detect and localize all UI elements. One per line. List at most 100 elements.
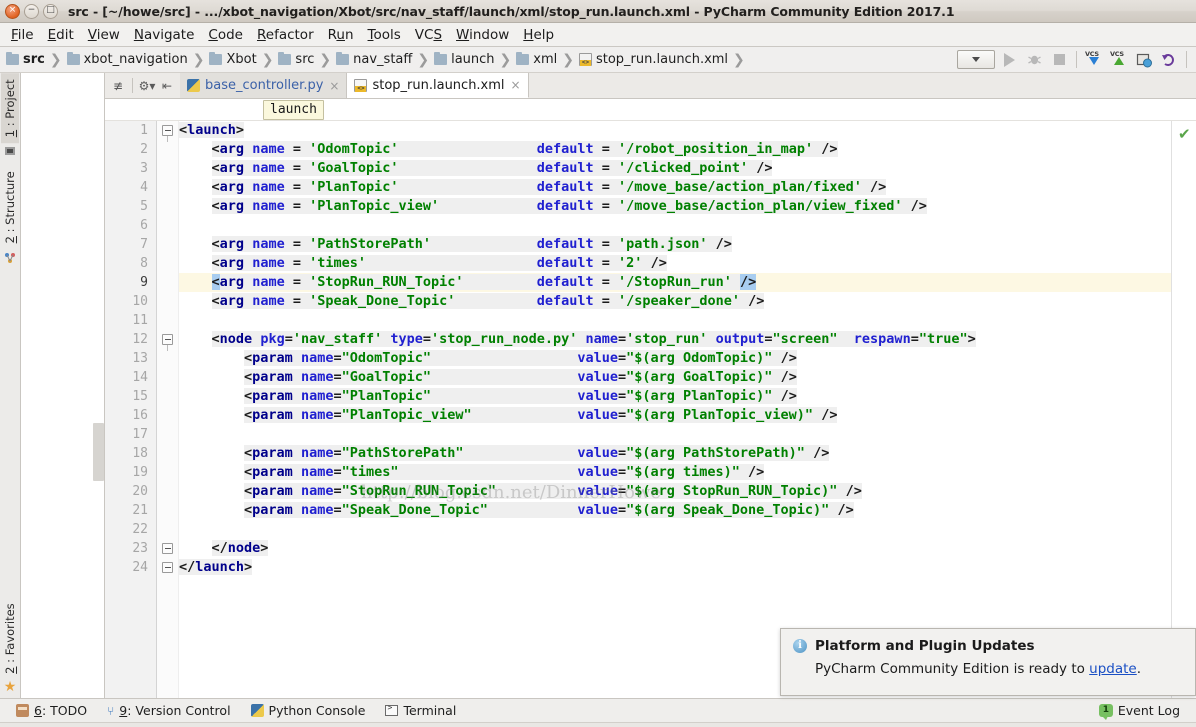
menu-refactor[interactable]: Refactor (250, 25, 321, 45)
breadcrumb-chip-launch[interactable]: launch (263, 99, 324, 120)
editor-tab-base-controller-py[interactable]: base_controller.py × (180, 73, 348, 98)
fold-empty (157, 463, 178, 482)
code-line[interactable] (179, 311, 1171, 330)
code-line[interactable]: <arg name = 'PlanTopic_view' default = '… (179, 197, 1171, 216)
code-line[interactable]: <param name="GoalTopic" value="$(arg Goa… (179, 368, 1171, 387)
code-line[interactable]: <node pkg='nav_staff' type='stop_run_nod… (179, 330, 1171, 349)
code-line[interactable] (179, 520, 1171, 539)
code-line[interactable]: <param name="OdomTopic" value="$(arg Odo… (179, 349, 1171, 368)
source-code[interactable]: <launch> <arg name = 'OdomTopic' default… (179, 121, 1171, 577)
project-tool-window[interactable] (21, 73, 105, 698)
folder-icon (6, 52, 19, 65)
code-line[interactable]: </node> (179, 539, 1171, 558)
menu-code[interactable]: Code (201, 25, 250, 45)
breadcrumb-item-xbot-navigation[interactable]: xbot_navigation (66, 52, 188, 67)
fold-marker[interactable] (157, 330, 178, 351)
vcs-browser-button[interactable] (1133, 49, 1155, 71)
code-line[interactable]: <arg name = 'StopRun_RUN_Topic' default … (179, 273, 1171, 292)
navigation-bar: src ❯ xbot_navigation ❯ Xbot ❯ src ❯ nav… (0, 47, 1196, 73)
menu-help[interactable]: Help (516, 25, 561, 45)
code-line[interactable]: <param name="PlanTopic" value="$(arg Pla… (179, 387, 1171, 406)
breadcrumb-separator-icon: ❯ (261, 51, 274, 68)
vcs-update-button[interactable]: VCS (1083, 49, 1105, 71)
breadcrumb-item-xml[interactable]: xml (516, 52, 557, 67)
status-item-todo[interactable]: 6: TODO (6, 703, 97, 718)
fold-marker[interactable] (157, 558, 178, 577)
sidebar-item-project[interactable]: 1: Project (1, 73, 19, 144)
menu-tools[interactable]: Tools (361, 25, 408, 45)
marker-scrollbar-column[interactable]: ✔ (1171, 121, 1196, 698)
code-folding-gutter[interactable] (157, 121, 179, 698)
collapse-all-icon[interactable]: ≢ (109, 77, 127, 95)
todo-icon (16, 704, 29, 717)
editor-tab-stop-run-launch-xml[interactable]: stop_run.launch.xml × (347, 73, 529, 98)
line-number: 19 (132, 465, 148, 480)
close-window-button[interactable]: × (5, 3, 20, 19)
code-line[interactable]: <param name="PlanTopic_view" value="$(ar… (179, 406, 1171, 425)
breadcrumb-item-launch[interactable]: launch (434, 52, 495, 67)
menu-edit[interactable]: Edit (41, 25, 81, 45)
code-line[interactable]: </launch> (179, 558, 1171, 577)
menu-window[interactable]: Window (449, 25, 516, 45)
code-line[interactable]: <param name="Speak_Done_Topic" value="$(… (179, 501, 1171, 520)
code-editor[interactable]: 1 2 3 4 5 6 7 8 9 10 11 12 13 14 15 16 17 18 19 20 21 22 23 24 … (105, 121, 1196, 698)
notification-popup[interactable]: i Platform and Plugin Updates PyCharm Co… (780, 628, 1196, 696)
breadcrumb-item-src[interactable]: src (6, 52, 45, 67)
project-scrollbar[interactable] (93, 423, 104, 481)
maximize-window-button[interactable]: □ (43, 3, 58, 19)
fold-empty (157, 501, 178, 520)
fold-empty (157, 140, 178, 159)
line-number: 10 (132, 294, 148, 309)
settings-gear-icon[interactable]: ⚙▾ (138, 77, 156, 95)
code-line[interactable]: <launch> (179, 121, 1171, 140)
status-item-python-console[interactable]: Python Console (241, 703, 376, 718)
line-number-gutter: 1 2 3 4 5 6 7 8 9 10 11 12 13 14 15 16 17 18 19 20 21 22 23 24 (105, 121, 157, 698)
fold-marker[interactable] (157, 539, 178, 558)
menu-file[interactable]: File (4, 25, 41, 45)
terminal-icon (385, 703, 399, 716)
notification-body-suffix: . (1136, 661, 1142, 677)
menu-view[interactable]: View (81, 25, 127, 45)
vcs-commit-button[interactable]: VCS (1108, 49, 1130, 71)
stop-button[interactable] (1048, 49, 1070, 71)
code-line[interactable]: <param name="times" value="$(arg times)"… (179, 463, 1171, 482)
line-number: 16 (132, 408, 148, 423)
sidebar-item-structure[interactable]: 2: Structure (1, 165, 19, 249)
code-line[interactable]: <arg name = 'OdomTopic' default = '/robo… (179, 140, 1171, 159)
vcs-rollback-button[interactable] (1158, 49, 1180, 71)
run-button[interactable] (998, 49, 1020, 71)
python-file-icon (187, 79, 200, 92)
code-line[interactable]: <arg name = 'Speak_Done_Topic' default =… (179, 292, 1171, 311)
code-line[interactable] (179, 425, 1171, 444)
code-line[interactable]: <arg name = 'PlanTopic' default = '/move… (179, 178, 1171, 197)
code-line[interactable]: <param name="PathStorePath" value="$(arg… (179, 444, 1171, 463)
fold-marker[interactable] (157, 121, 178, 142)
update-link[interactable]: update (1089, 661, 1137, 677)
breadcrumb-item-nav-staff[interactable]: nav_staff (336, 52, 412, 67)
debug-button[interactable] (1023, 49, 1045, 71)
inspection-ok-icon[interactable]: ✔ (1178, 127, 1191, 142)
status-item-version-control[interactable]: ⑂ 9: Version Control (97, 703, 240, 718)
sidebar-item-favorites[interactable]: 2: Favorites (1, 597, 19, 680)
code-text-area[interactable]: <launch> <arg name = 'OdomTopic' default… (179, 121, 1171, 698)
code-line[interactable]: <param name="StopRun_RUN_Topic" value="$… (179, 482, 1171, 501)
code-line[interactable]: <arg name = 'times' default = '2' /> (179, 254, 1171, 273)
close-tab-icon[interactable]: × (329, 79, 339, 93)
menu-navigate[interactable]: Navigate (127, 25, 202, 45)
hide-panel-icon[interactable]: ⇤ (158, 77, 176, 95)
code-line[interactable]: <arg name = 'GoalTopic' default = '/clic… (179, 159, 1171, 178)
breadcrumb-item-xbot[interactable]: Xbot (209, 52, 257, 67)
event-count-badge: 1 (1098, 704, 1113, 720)
minimize-window-button[interactable]: − (24, 3, 39, 19)
fold-empty (157, 311, 178, 330)
status-item-event-log[interactable]: 1 Event Log (1089, 703, 1190, 720)
run-configuration-selector[interactable] (957, 50, 995, 69)
breadcrumb-item-stop-run-launch-xml[interactable]: stop_run.launch.xml (578, 52, 728, 67)
close-tab-icon[interactable]: × (511, 78, 521, 92)
menu-run[interactable]: Run (321, 25, 361, 45)
breadcrumb-item-src-inner[interactable]: src (278, 52, 314, 67)
menu-vcs[interactable]: VCS (408, 25, 449, 45)
code-line[interactable] (179, 216, 1171, 235)
code-line[interactable]: <arg name = 'PathStorePath' default = 'p… (179, 235, 1171, 254)
status-item-terminal[interactable]: Terminal (375, 703, 466, 718)
